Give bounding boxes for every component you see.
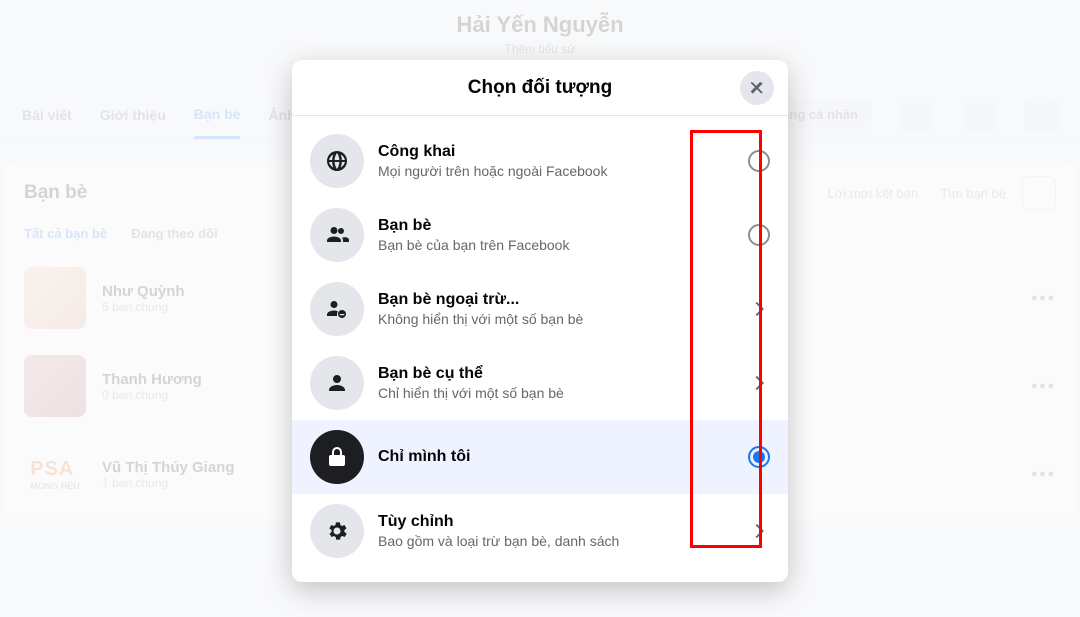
audience-option-desc: Mọi người trên hoặc ngoài Facebook bbox=[378, 163, 734, 179]
audience-option-title: Công khai bbox=[378, 143, 734, 161]
audience-option-desc: Chỉ hiển thị với một số bạn bè bbox=[378, 385, 734, 401]
audience-option-person[interactable]: Bạn bè cụ thể Chỉ hiển thị với một số bạn… bbox=[292, 346, 788, 420]
friends-except-icon bbox=[310, 282, 364, 336]
modal-title: Chọn đối tượng bbox=[468, 77, 612, 99]
audience-option-text: Bạn bè Bạn bè của bạn trên Facebook bbox=[378, 217, 734, 253]
audience-option-text: Bạn bè cụ thể Chỉ hiển thị với một số bạn… bbox=[378, 365, 734, 401]
audience-option-text: Bạn bè ngoại trừ... Không hiển thị với mộ… bbox=[378, 291, 734, 327]
audience-option-title: Bạn bè ngoại trừ... bbox=[378, 291, 734, 309]
audience-option-gear[interactable]: Tùy chỉnh Bao gồm và loại trừ bạn bè, dan… bbox=[292, 494, 788, 568]
audience-option-list: Công khai Mọi người trên hoặc ngoài Faceb… bbox=[292, 116, 788, 582]
audience-selector-modal: Chọn đối tượng Công khai Mọi người trên h… bbox=[292, 60, 788, 582]
audience-option-friends-except[interactable]: Bạn bè ngoại trừ... Không hiển thị với mộ… bbox=[292, 272, 788, 346]
radio-button[interactable] bbox=[748, 446, 770, 468]
audience-option-desc: Bao gồm và loại trừ bạn bè, danh sách bbox=[378, 533, 734, 549]
chevron-right-icon bbox=[748, 298, 770, 320]
audience-option-globe[interactable]: Công khai Mọi người trên hoặc ngoài Faceb… bbox=[292, 124, 788, 198]
audience-option-text: Tùy chỉnh Bao gồm và loại trừ bạn bè, dan… bbox=[378, 513, 734, 549]
audience-option-title: Tùy chỉnh bbox=[378, 513, 734, 531]
modal-header: Chọn đối tượng bbox=[292, 60, 788, 116]
audience-option-desc: Bạn bè của bạn trên Facebook bbox=[378, 237, 734, 253]
globe-icon bbox=[310, 134, 364, 188]
person-icon bbox=[310, 356, 364, 410]
gear-icon bbox=[310, 504, 364, 558]
radio-button[interactable] bbox=[748, 224, 770, 246]
friends-icon bbox=[310, 208, 364, 262]
audience-option-text: Chỉ mình tôi bbox=[378, 448, 734, 466]
audience-option-lock[interactable]: Chỉ mình tôi bbox=[292, 420, 788, 494]
radio-button[interactable] bbox=[748, 150, 770, 172]
audience-option-desc: Không hiển thị với một số bạn bè bbox=[378, 311, 734, 327]
audience-option-title: Bạn bè bbox=[378, 217, 734, 235]
close-button[interactable] bbox=[740, 71, 774, 105]
audience-option-title: Bạn bè cụ thể bbox=[378, 365, 734, 383]
close-icon bbox=[748, 79, 766, 97]
audience-option-friends[interactable]: Bạn bè Bạn bè của bạn trên Facebook bbox=[292, 198, 788, 272]
lock-icon bbox=[310, 430, 364, 484]
chevron-right-icon bbox=[748, 520, 770, 542]
audience-option-text: Công khai Mọi người trên hoặc ngoài Faceb… bbox=[378, 143, 734, 179]
audience-option-title: Chỉ mình tôi bbox=[378, 448, 734, 466]
chevron-right-icon bbox=[748, 372, 770, 394]
